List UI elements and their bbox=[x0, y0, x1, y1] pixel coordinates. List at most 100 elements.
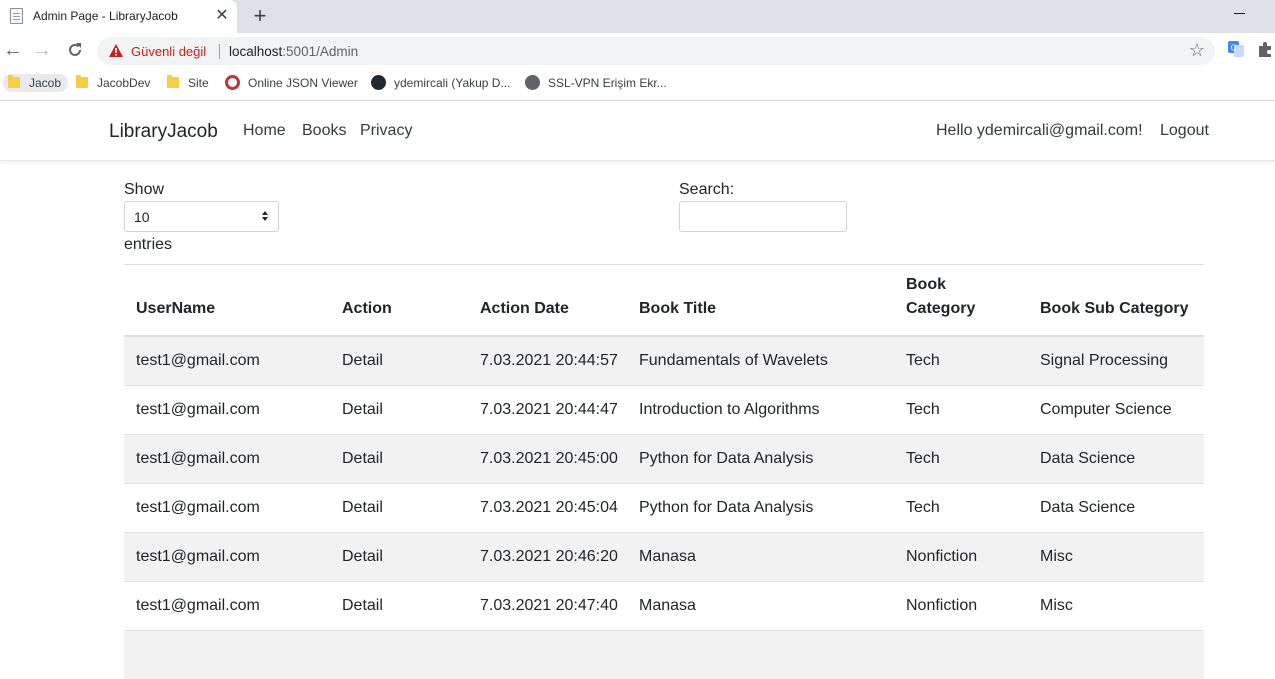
table-row: test1@gmail.com Detail 7.03.2021 20:47:4… bbox=[124, 580, 1204, 630]
table-row: test1@gmail.com Detail 7.03.2021 20:46:2… bbox=[124, 531, 1204, 581]
cell-empty bbox=[124, 629, 330, 679]
cell-empty bbox=[627, 629, 894, 679]
bookmark-label: Site bbox=[188, 76, 209, 90]
cell-action: Detail bbox=[330, 433, 468, 483]
table-row: test1@gmail.com Detail 7.03.2021 20:45:0… bbox=[124, 482, 1204, 532]
bookmark-label: Online JSON Viewer bbox=[248, 76, 358, 90]
cell-book-title: Manasa bbox=[627, 580, 894, 630]
nav-privacy[interactable]: Privacy bbox=[360, 122, 412, 140]
globe-icon bbox=[525, 75, 540, 90]
show-label: Show bbox=[124, 181, 165, 198]
page-size-select[interactable]: 10 bbox=[124, 201, 279, 232]
search-label: Search: bbox=[679, 181, 735, 198]
cell-empty bbox=[330, 629, 468, 679]
cell-username: test1@gmail.com bbox=[124, 482, 330, 532]
page-size-value: 10 bbox=[134, 209, 150, 225]
entries-label: entries bbox=[124, 236, 173, 253]
cell-action-date: 7.03.2021 20:45:04 bbox=[468, 482, 627, 532]
cell-empty bbox=[1028, 629, 1204, 679]
table-header-row: UserName Action Action Date Book Title B… bbox=[124, 265, 1204, 337]
cell-book-title: Introduction to Algorithms bbox=[627, 384, 894, 434]
cell-empty bbox=[468, 629, 627, 679]
column-header-action-date[interactable]: Action Date bbox=[468, 265, 627, 337]
address-bar[interactable]: Güvenli değil localhost:5001/Admin ☆ bbox=[97, 37, 1215, 65]
audit-table: UserName Action Action Date Book Title B… bbox=[124, 265, 1204, 679]
cell-action-date: 7.03.2021 20:47:40 bbox=[468, 580, 627, 630]
cell-book-title: Fundamentals of Wavelets bbox=[627, 335, 894, 385]
github-icon bbox=[371, 75, 386, 90]
cell-action: Detail bbox=[330, 531, 468, 581]
cell-book-category: Tech bbox=[894, 433, 1028, 483]
translate-extension-icon[interactable]: G bbox=[1227, 40, 1245, 58]
bookmark-label: SSL-VPN Erişim Ekr... bbox=[548, 76, 667, 90]
cell-book-category: Tech bbox=[894, 335, 1028, 385]
tab-title: Admin Page - LibraryJacob bbox=[33, 9, 178, 23]
bookmark-folder-jacobdev[interactable]: JacobDev bbox=[76, 74, 150, 92]
cell-book-title: Python for Data Analysis bbox=[627, 433, 894, 483]
not-secure-label[interactable]: Güvenli değil bbox=[131, 44, 206, 59]
cell-book-title: Manasa bbox=[627, 531, 894, 581]
column-header-book-sub-category[interactable]: Book Sub Category bbox=[1028, 265, 1204, 337]
cell-action: Detail bbox=[330, 482, 468, 532]
json-viewer-icon bbox=[225, 75, 240, 90]
reload-icon[interactable] bbox=[62, 37, 88, 63]
folder-icon bbox=[8, 75, 20, 88]
bookmark-star-icon[interactable]: ☆ bbox=[1189, 40, 1205, 61]
cell-action-date: 7.03.2021 20:46:20 bbox=[468, 531, 627, 581]
table-row-partial bbox=[124, 629, 1204, 679]
cell-username: test1@gmail.com bbox=[124, 580, 330, 630]
back-icon[interactable]: ← bbox=[0, 37, 26, 63]
cell-book-sub-category: Misc bbox=[1028, 580, 1204, 630]
tab-strip: Admin Page - LibraryJacob ✕ + bbox=[0, 0, 1275, 33]
cell-book-category: Nonfiction bbox=[894, 580, 1028, 630]
nav-books[interactable]: Books bbox=[302, 122, 346, 140]
bookmark-folder-site[interactable]: Site bbox=[167, 74, 209, 92]
page-icon bbox=[10, 8, 23, 24]
close-icon[interactable]: ✕ bbox=[212, 6, 232, 26]
select-arrows-icon bbox=[262, 211, 268, 221]
browser-toolbar: ← → Güvenli değil localhost:5001/Admin ☆ bbox=[0, 33, 1275, 69]
cell-book-sub-category: Misc bbox=[1028, 531, 1204, 581]
omnibox-divider bbox=[219, 44, 220, 59]
column-header-username[interactable]: UserName bbox=[124, 265, 330, 337]
cell-book-sub-category: Data Science bbox=[1028, 433, 1204, 483]
cell-book-title: Python for Data Analysis bbox=[627, 482, 894, 532]
forward-icon[interactable]: → bbox=[29, 37, 55, 63]
cell-action: Detail bbox=[330, 335, 468, 385]
bookmark-label: ydemircali (Yakup D... bbox=[394, 76, 511, 90]
user-greeting[interactable]: Hello ydemircali@gmail.com! bbox=[936, 122, 1143, 140]
cell-book-sub-category: Data Science bbox=[1028, 482, 1204, 532]
bookmark-label: JacobDev bbox=[97, 76, 151, 90]
cell-action: Detail bbox=[330, 580, 468, 630]
cell-book-sub-category: Computer Science bbox=[1028, 384, 1204, 434]
cell-action: Detail bbox=[330, 384, 468, 434]
cell-book-sub-category: Signal Processing bbox=[1028, 335, 1204, 385]
warning-icon bbox=[109, 44, 123, 57]
brand-link[interactable]: LibraryJacob bbox=[109, 121, 218, 143]
minimize-icon[interactable] bbox=[1232, 5, 1248, 21]
extensions-puzzle-icon[interactable] bbox=[1256, 40, 1274, 58]
nav-home[interactable]: Home bbox=[243, 122, 286, 140]
url-text[interactable]: localhost:5001/Admin bbox=[229, 44, 358, 59]
browser-tab[interactable]: Admin Page - LibraryJacob ✕ bbox=[0, 0, 237, 33]
site-navbar: LibraryJacob Home Books Privacy Hello yd… bbox=[0, 101, 1275, 161]
bookmark-folder-jacob[interactable]: Jacob bbox=[3, 74, 69, 92]
bookmark-json-viewer[interactable]: Online JSON Viewer bbox=[225, 74, 358, 92]
logout-link[interactable]: Logout bbox=[1160, 122, 1209, 140]
table-row: test1@gmail.com Detail 7.03.2021 20:44:5… bbox=[124, 335, 1204, 385]
cell-empty bbox=[894, 629, 1028, 679]
bookmark-ssl-vpn[interactable]: SSL-VPN Erişim Ekr... bbox=[525, 74, 667, 92]
column-header-action[interactable]: Action bbox=[330, 265, 468, 337]
bookmarks-bar: Jacob JacobDev Site Online JSON Viewer y… bbox=[0, 69, 1275, 97]
column-header-book-category[interactable]: Book Category bbox=[894, 265, 1028, 337]
bookmark-github[interactable]: ydemircali (Yakup D... bbox=[371, 74, 510, 92]
cell-username: test1@gmail.com bbox=[124, 384, 330, 434]
cell-action-date: 7.03.2021 20:44:57 bbox=[468, 335, 627, 385]
svg-text:G: G bbox=[1231, 44, 1237, 53]
new-tab-button[interactable]: + bbox=[249, 4, 271, 28]
url-path: :5001/Admin bbox=[282, 44, 359, 59]
column-header-book-title[interactable]: Book Title bbox=[627, 265, 894, 337]
search-input[interactable] bbox=[679, 201, 847, 232]
folder-icon bbox=[76, 75, 88, 88]
bookmark-label: Jacob bbox=[29, 76, 62, 90]
